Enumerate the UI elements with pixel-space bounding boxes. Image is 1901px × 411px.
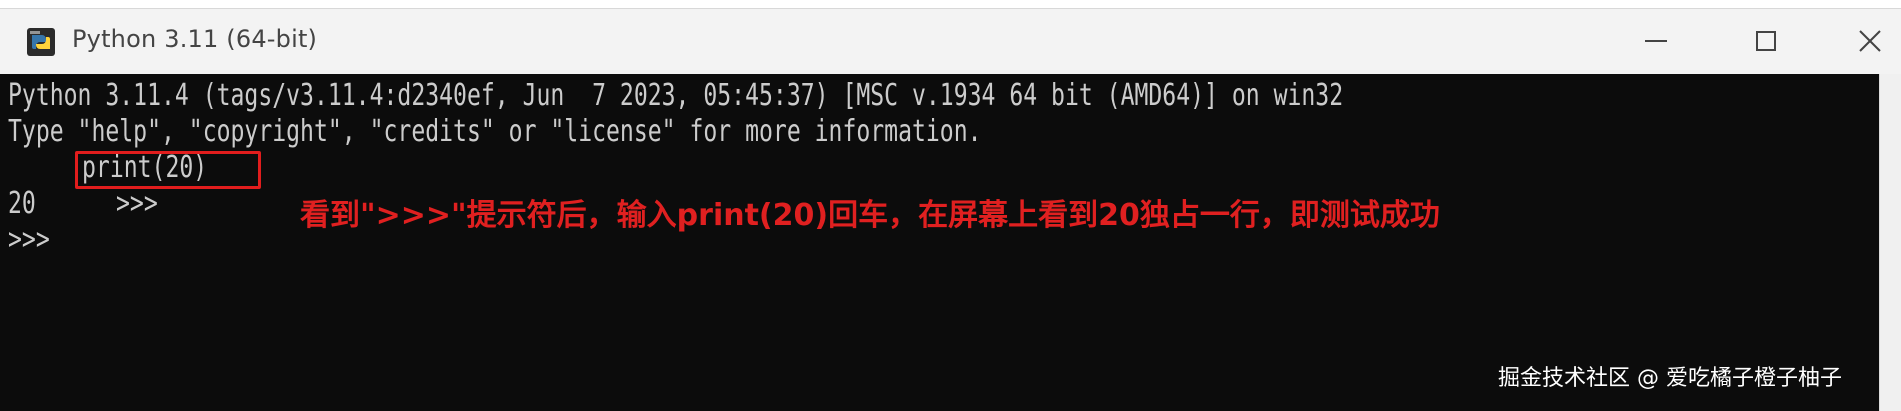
maximize-icon <box>1756 31 1776 51</box>
window-title: Python 3.11 (64-bit) <box>72 25 318 53</box>
python-console-window: Python 3.11 (64-bit) Python 3.11.4 (tags… <box>0 0 1901 411</box>
close-icon <box>1859 30 1881 52</box>
watermark: 掘金技术社区 @ 爱吃橘子橙子柚子 <box>1498 366 1842 391</box>
output-line: 20 <box>8 186 36 221</box>
close-button[interactable] <box>1848 21 1892 61</box>
console-output-area[interactable]: Python 3.11.4 (tags/v3.11.4:d2340ef, Jun… <box>0 74 1879 411</box>
command-input: print(20) <box>82 150 208 185</box>
maximize-button[interactable] <box>1744 21 1788 61</box>
top-strip <box>0 0 1901 8</box>
instruction-annotation: 看到">>>"提示符后，输入print(20)回车，在屏幕上看到20独占一行，即… <box>300 198 1440 233</box>
minimize-button[interactable] <box>1634 21 1678 61</box>
python-icon <box>26 27 56 57</box>
prompt-symbol: >>> <box>116 186 159 221</box>
next-prompt[interactable]: >>> <box>8 222 50 258</box>
banner-line-help: Type "help", "copyright", "credits" or "… <box>8 114 982 149</box>
title-bar[interactable]: Python 3.11 (64-bit) <box>0 8 1901 74</box>
vertical-scrollbar[interactable] <box>1879 74 1901 411</box>
minimize-icon <box>1645 40 1667 42</box>
banner-line-version: Python 3.11.4 (tags/v3.11.4:d2340ef, Jun… <box>8 78 1344 113</box>
